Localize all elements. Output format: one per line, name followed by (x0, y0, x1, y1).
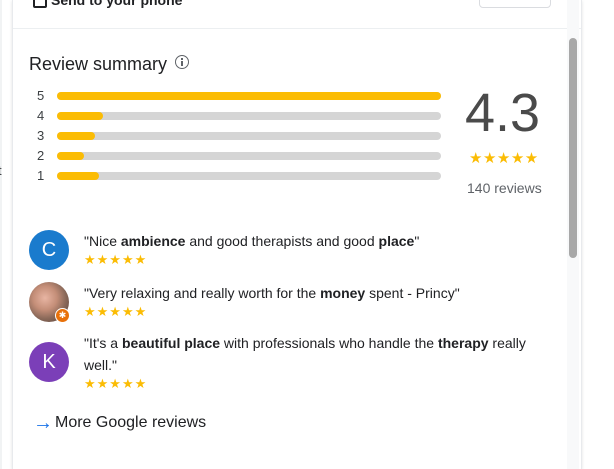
avatar: K (29, 342, 69, 382)
review-stars: ★★★★★ (84, 376, 148, 391)
bar-track (57, 92, 441, 100)
reviews-count-link[interactable]: 140 reviews (467, 180, 542, 196)
bar-fill (57, 112, 104, 120)
bar-track (57, 172, 441, 180)
reviews-panel: Send to your phone Review summary 5 4 3 … (12, 0, 582, 469)
review-keyword: place (378, 233, 415, 249)
review-text: with professionals who handle the (220, 335, 438, 351)
bar-label: 4 (37, 108, 45, 123)
bar-fill (57, 152, 84, 160)
bar-label: 5 (37, 88, 45, 103)
phone-icon (33, 0, 47, 8)
bar-label: 3 (37, 128, 45, 143)
average-rating: 4.3 (465, 83, 541, 143)
rating-bar-3: 3 (29, 128, 441, 143)
review-stars: ★★★★★ (84, 304, 148, 319)
review-quote: "It's a beautiful place with professiona… (84, 332, 544, 376)
info-icon[interactable] (175, 55, 189, 69)
review-keyword: ambience (120, 233, 186, 249)
review-text: "Nice (84, 233, 121, 249)
avatar: ✱ (29, 282, 70, 323)
bar-fill (57, 92, 441, 100)
average-rating-stars: ★★★★★ (469, 150, 539, 167)
arrow-right-icon: → (33, 412, 53, 434)
bar-fill (57, 132, 96, 140)
rating-bar-4: 4 (29, 108, 441, 123)
review-text: "Very relaxing and really worth for the (84, 285, 321, 301)
more-google-reviews-label[interactable]: More Google reviews (55, 414, 206, 431)
local-guide-badge-icon: ✱ (55, 308, 70, 323)
review-keyword: beautiful place (122, 335, 221, 351)
scrollbar-thumb[interactable] (569, 38, 577, 258)
rating-bar-1: 1 (29, 168, 441, 183)
rating-bar-5: 5 (29, 88, 441, 103)
send-button[interactable] (479, 0, 551, 8)
rating-bar-2: 2 (29, 148, 441, 163)
bar-label: 1 (37, 168, 45, 183)
send-to-phone-label[interactable]: Send to your phone (51, 0, 182, 8)
bar-track (57, 132, 441, 140)
send-to-phone-row[interactable]: Send to your phone (13, 0, 581, 29)
review-keyword: money (320, 285, 366, 301)
review-quote: "Nice ambience and good therapists and g… (84, 230, 544, 252)
bar-fill (57, 172, 100, 180)
left-edge-text: t (0, 163, 2, 178)
review-quote: "Very relaxing and really worth for the … (84, 282, 544, 304)
review-text: and good therapists and good (185, 233, 379, 249)
avatar: C (29, 230, 69, 270)
review-text: "It's a (84, 335, 122, 351)
review-stars: ★★★★★ (84, 252, 148, 267)
bar-track (57, 112, 441, 120)
bar-track (57, 152, 441, 160)
more-google-reviews-link[interactable]: → More Google reviews (33, 412, 206, 435)
left-edge-divider (0, 0, 2, 469)
review-text: " (414, 233, 420, 249)
review-text: spent - Princy" (365, 285, 460, 301)
review-keyword: therapy (437, 335, 489, 351)
bar-label: 2 (37, 148, 45, 163)
review-summary-title: Review summary (29, 54, 168, 74)
